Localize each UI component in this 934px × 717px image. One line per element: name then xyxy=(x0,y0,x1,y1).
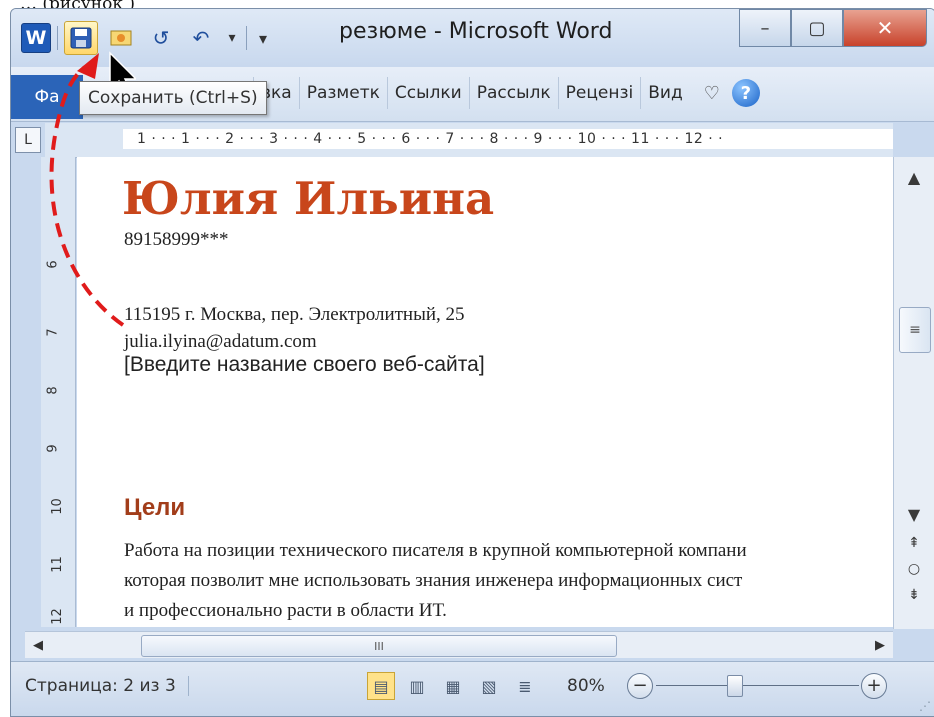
ruler-labels: 1 · · · 1 · · · 2 · · · 3 · · · 4 · · · … xyxy=(137,131,724,147)
outline-icon[interactable]: ▧ xyxy=(475,672,503,700)
tab-review[interactable]: Рецензі xyxy=(557,77,641,109)
print-layout-icon[interactable]: ▤ xyxy=(367,672,395,700)
scroll-left-icon[interactable]: ◀ xyxy=(25,632,51,658)
horizontal-scroll-thumb[interactable]: III xyxy=(141,635,617,657)
website-placeholder[interactable]: [Введите название своего веб-сайта] xyxy=(124,353,485,377)
scroll-down-icon[interactable]: ▼ xyxy=(894,499,934,529)
customize-toolbar-icon[interactable]: ▾ xyxy=(253,21,273,55)
draft-icon[interactable]: ≣ xyxy=(511,672,539,700)
help-icon[interactable]: ? xyxy=(731,79,760,107)
web-layout-icon[interactable]: ▦ xyxy=(439,672,467,700)
toolbar-separator xyxy=(57,26,58,50)
zoom-out-button[interactable]: − xyxy=(627,673,653,699)
title-bar: W ↺ ↶ ▾ ▾ резюме - Microsoft Word – ▢ ✕ xyxy=(11,9,934,67)
undo-button[interactable]: ↶ xyxy=(184,21,218,55)
scroll-right-icon[interactable]: ▶ xyxy=(867,632,893,658)
address-line: 115195 г. Москва, пер. Электролитный, 25 xyxy=(124,304,465,325)
save-icon xyxy=(70,27,92,49)
tab-list: вка Разметк Ссылки Рассылк Рецензі Вид ♡… xyxy=(253,77,760,109)
ruler-number: 11 xyxy=(49,556,65,573)
zoom-in-button[interactable]: + xyxy=(861,673,887,699)
redo-button[interactable]: ↺ xyxy=(144,21,178,55)
page-number-indicator[interactable]: Страница: 2 из 3 xyxy=(25,676,189,696)
browse-object-icon[interactable]: ○ xyxy=(894,557,934,581)
paragraph-line: которая позволит мне использовать знания… xyxy=(124,570,743,591)
tab-selector[interactable]: L xyxy=(15,127,41,153)
vertical-ruler[interactable]: 6 7 8 9 10 11 12 xyxy=(41,157,76,627)
ruler-number: 8 xyxy=(45,386,61,395)
phone-number: 89158999*** xyxy=(124,229,229,250)
undo-dropdown-icon[interactable]: ▾ xyxy=(224,21,240,55)
minimize-button[interactable]: – xyxy=(739,9,791,47)
paragraph-line: Работа на позиции технического писателя … xyxy=(124,540,747,561)
vertical-scrollbar[interactable]: ▲ ≡ ▼ ⇞ ○ ⇟ xyxy=(893,157,934,629)
horizontal-ruler[interactable]: 1 · · · 1 · · · 2 · · · 3 · · · 4 · · · … xyxy=(45,123,893,158)
print-preview-icon xyxy=(110,30,132,46)
ruler-number: 9 xyxy=(45,444,61,453)
ruler-number: 10 xyxy=(49,498,65,515)
zoom-level[interactable]: 80% xyxy=(567,676,605,696)
tab-view[interactable]: Вид xyxy=(640,77,689,109)
close-button[interactable]: ✕ xyxy=(843,9,927,47)
resize-grip-icon[interactable]: ⋰ xyxy=(919,699,931,713)
status-bar: Страница: 2 из 3 ▤ ▥ ▦ ▧ ≣ 80% − + ⋰ xyxy=(11,661,934,716)
zoom-slider-track[interactable] xyxy=(656,685,859,686)
previous-page-icon[interactable]: ⇞ xyxy=(894,531,934,555)
resume-name: Юлия Ильина xyxy=(122,172,495,225)
quick-access-toolbar: W ↺ ↶ ▾ ▾ xyxy=(21,19,273,57)
view-buttons: ▤ ▥ ▦ ▧ ≣ xyxy=(367,672,539,700)
maximize-button[interactable]: ▢ xyxy=(791,9,843,47)
tab-references[interactable]: Ссылки xyxy=(386,77,469,109)
tab-page-layout[interactable]: Разметк xyxy=(298,77,387,109)
window-title: резюме - Microsoft Word xyxy=(339,19,613,44)
document-page[interactable]: Юлия Ильина 89158999*** 115195 г. Москва… xyxy=(77,157,893,627)
window-controls: – ▢ ✕ xyxy=(739,9,927,47)
full-screen-reading-icon[interactable]: ▥ xyxy=(403,672,431,700)
ruler-number: 7 xyxy=(45,328,61,337)
zoom-slider-thumb[interactable] xyxy=(727,675,743,697)
section-heading-goals: Цели xyxy=(124,494,186,521)
vertical-scroll-thumb[interactable]: ≡ xyxy=(899,307,931,353)
ruler-number: 6 xyxy=(45,260,61,269)
horizontal-scrollbar[interactable]: ◀ III ▶ xyxy=(25,631,893,658)
ruler-number: 12 xyxy=(49,608,65,625)
next-page-icon[interactable]: ⇟ xyxy=(894,583,934,607)
heart-icon[interactable]: ♡ xyxy=(704,83,720,104)
email-line: julia.ilyina@adatum.com xyxy=(124,331,317,352)
toolbar-separator xyxy=(246,26,247,50)
tab-mailings[interactable]: Рассылк xyxy=(468,77,558,109)
paragraph-line: и профессионально расти в области ИТ. xyxy=(124,600,447,621)
save-button[interactable] xyxy=(64,21,98,55)
save-tooltip: Сохранить (Ctrl+S) xyxy=(79,81,267,115)
word-app-icon[interactable]: W xyxy=(21,23,51,53)
scroll-up-icon[interactable]: ▲ xyxy=(894,157,934,197)
tab-file[interactable]: Фа xyxy=(11,75,83,119)
quick-print-button[interactable] xyxy=(104,21,138,55)
vertical-ruler-labels: 6 7 8 9 10 11 12 xyxy=(45,157,67,627)
